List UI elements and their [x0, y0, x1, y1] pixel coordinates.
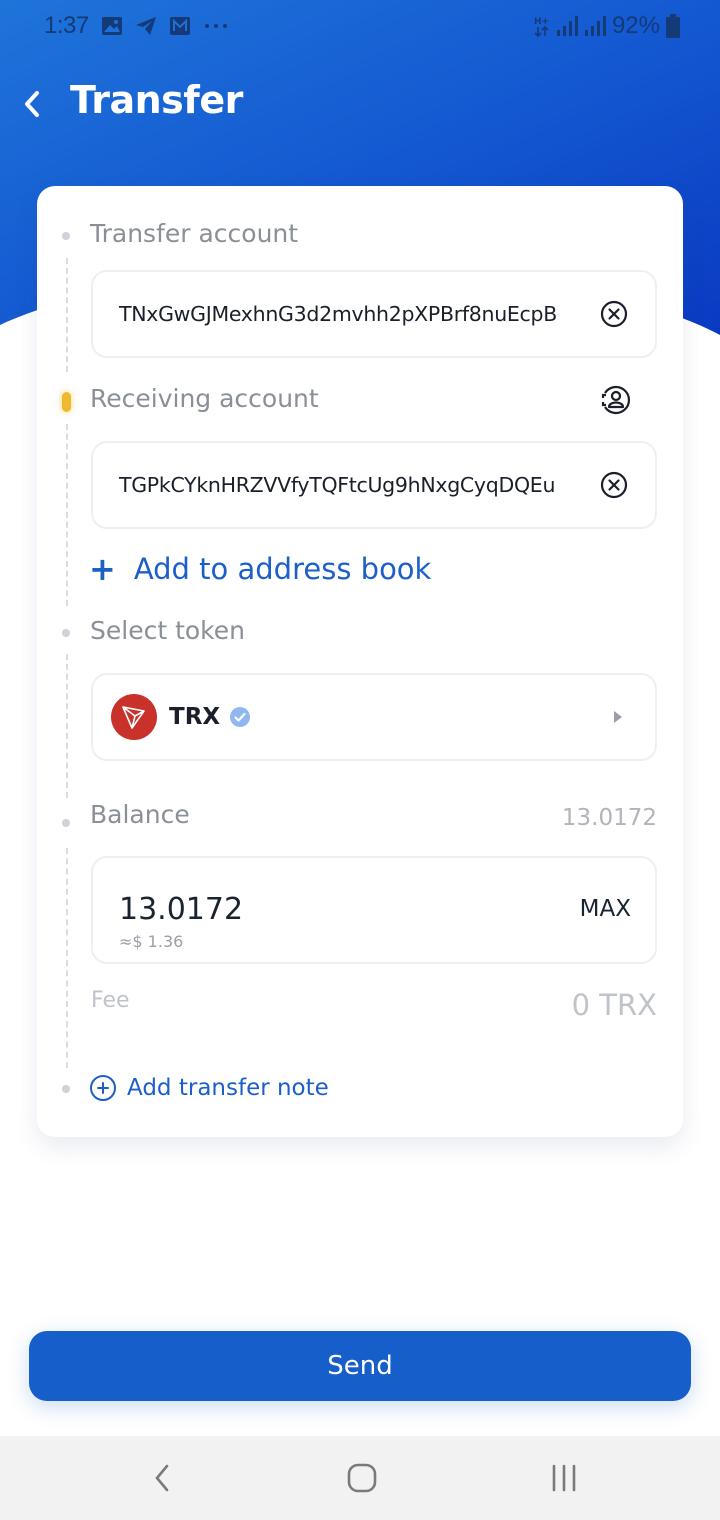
transfer-account-field[interactable]: TNxGwGJMexhnG3d2mvhh2pXPBrf8nuEcpB — [91, 270, 657, 358]
clear-transfer-account-icon[interactable] — [599, 299, 629, 329]
page-title: Transfer — [70, 78, 243, 122]
add-transfer-note-label: Add transfer note — [127, 1075, 329, 1101]
trx-token-logo — [111, 694, 157, 740]
signal-icon — [556, 16, 578, 36]
step-dot — [62, 819, 70, 827]
receiving-account-field[interactable]: TGPkCYknHRZVVfyTQFtcUg9hNxgCyqDQEu — [91, 441, 657, 529]
timeline-connector — [66, 424, 68, 606]
caret-right-icon — [614, 711, 622, 723]
status-bar: 1:37 H+ 92% — [0, 0, 720, 56]
timeline-connector — [66, 654, 68, 798]
timeline-connector — [66, 848, 68, 1068]
receiving-account-input[interactable]: TGPkCYknHRZVVfyTQFtcUg9hNxgCyqDQEu — [119, 473, 555, 497]
clear-receiving-account-icon[interactable] — [599, 470, 629, 500]
nav-home-icon — [347, 1463, 377, 1493]
plus-circle-icon — [90, 1075, 116, 1101]
add-to-address-book-button[interactable]: + Add to address book — [89, 552, 431, 586]
battery-percent: 92% — [611, 12, 660, 39]
nav-back-button[interactable] — [138, 1454, 186, 1502]
amount-input[interactable] — [119, 892, 499, 927]
amount-fiat-value: ≈$ 1.36 — [119, 932, 184, 951]
address-book-contact-icon[interactable] — [599, 384, 631, 416]
app-header: Transfer — [0, 72, 720, 136]
timeline-connector — [66, 258, 68, 372]
battery-icon — [666, 14, 680, 38]
add-to-address-book-label: Add to address book — [133, 552, 432, 586]
add-transfer-note-button[interactable]: Add transfer note — [89, 1074, 329, 1102]
tron-icon — [122, 706, 145, 729]
gallery-icon — [101, 17, 122, 35]
step-dot — [62, 232, 70, 240]
token-selector[interactable]: TRX — [91, 673, 657, 761]
send-button[interactable]: Send — [29, 1331, 691, 1401]
chevron-left-icon — [25, 91, 39, 117]
receiving-account-label: Receiving account — [90, 384, 319, 413]
mail-icon — [169, 17, 190, 35]
transfer-account-input[interactable]: TNxGwGJMexhnG3d2mvhh2pXPBrf8nuEcpB — [119, 302, 557, 326]
status-time: 1:37 — [44, 12, 89, 39]
system-navigation-bar — [0, 1436, 720, 1520]
back-button[interactable] — [14, 84, 50, 124]
nav-recents-icon — [552, 1464, 576, 1492]
more-icon — [204, 24, 227, 28]
transfer-account-label: Transfer account — [90, 219, 299, 248]
balance-label: Balance — [90, 800, 190, 829]
telegram-icon — [135, 17, 156, 35]
network-type-icon: H+ — [534, 17, 549, 38]
nav-home-button[interactable] — [338, 1454, 386, 1502]
svg-text:H+: H+ — [534, 17, 549, 27]
step-dot — [62, 1085, 70, 1093]
active-step-indicator — [62, 392, 71, 412]
max-button[interactable]: MAX — [580, 896, 631, 922]
verified-badge-icon — [230, 707, 250, 727]
nav-back-icon — [155, 1464, 169, 1492]
amount-field[interactable]: ≈$ 1.36 MAX — [91, 856, 657, 964]
fee-value: 0 TRX — [571, 988, 657, 1022]
select-token-label: Select token — [90, 616, 245, 645]
transfer-form-card: Transfer account TNxGwGJMexhnG3d2mvhh2pX… — [37, 186, 683, 1137]
fee-label: Fee — [91, 988, 130, 1013]
balance-value: 13.0172 — [561, 805, 657, 831]
token-symbol: TRX — [169, 704, 221, 730]
nav-recents-button[interactable] — [540, 1454, 588, 1502]
plus-icon: + — [89, 550, 116, 588]
signal-icon-2 — [584, 16, 606, 36]
step-dot — [62, 629, 70, 637]
